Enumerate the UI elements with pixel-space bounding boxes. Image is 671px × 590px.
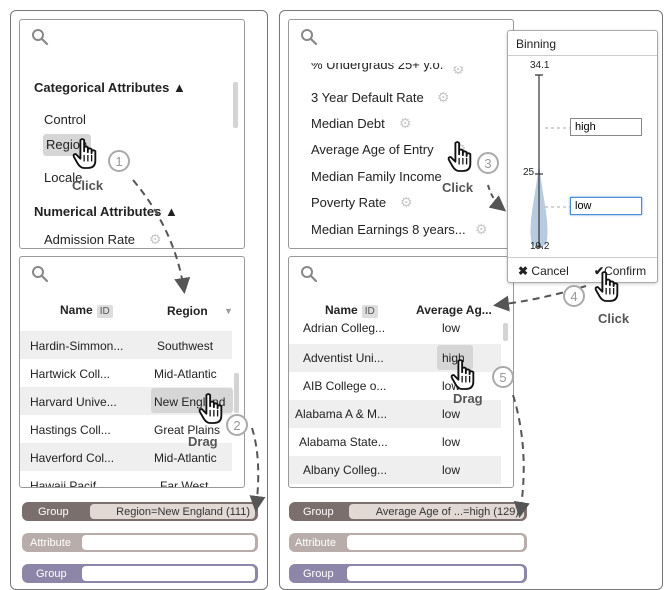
step-marker-3: 3 — [477, 152, 499, 174]
drag-label: Drag — [188, 434, 218, 449]
pointer-hand-icon — [198, 393, 226, 425]
pointer-hand-icon — [447, 141, 475, 173]
flow-arrow-3 — [487, 184, 507, 212]
pointer-hand-icon — [594, 271, 622, 303]
flow-arrow-1 — [132, 179, 191, 294]
step-marker-2: 2 — [226, 414, 248, 436]
drag-label: Drag — [453, 391, 483, 406]
step-marker-5: 5 — [492, 366, 514, 388]
click-label: Click — [598, 311, 630, 326]
step-marker-1: 1 — [108, 150, 130, 172]
click-label: Click — [72, 178, 104, 193]
pointer-hand-icon — [72, 138, 100, 170]
flow-arrow-2 — [249, 427, 266, 512]
click-label: Click — [442, 180, 474, 195]
flow-arrow-5 — [512, 394, 530, 518]
step-marker-4: 4 — [563, 285, 585, 307]
pointer-hand-icon — [450, 359, 478, 391]
